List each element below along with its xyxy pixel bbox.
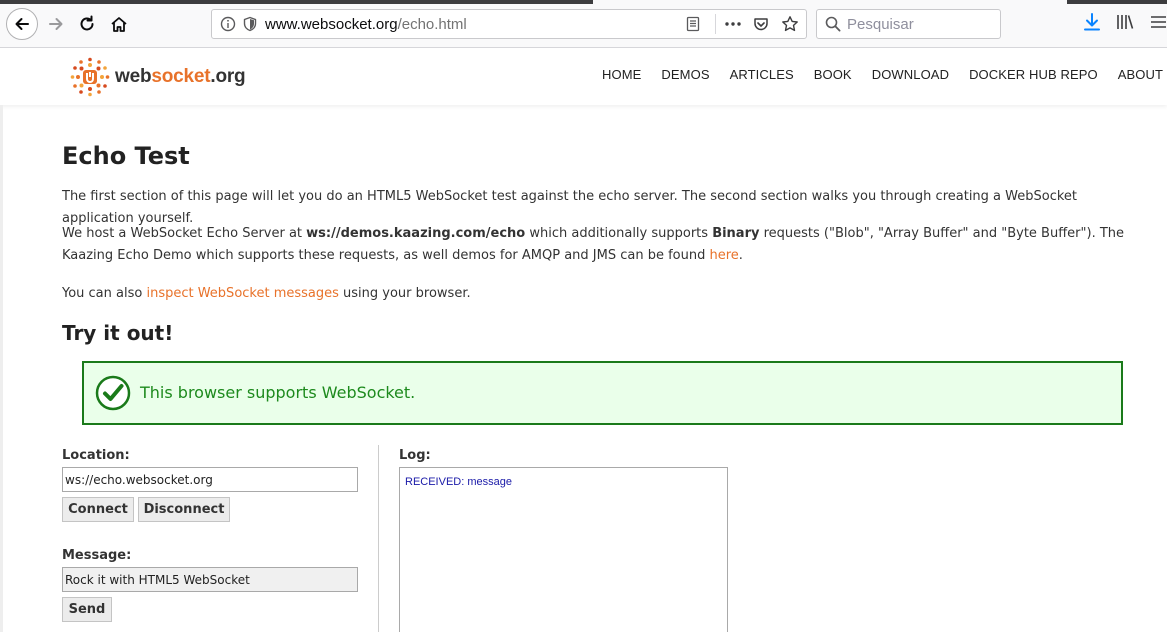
nav-book[interactable]: BOOK [814,67,852,82]
tabstrip-inactive-area [0,0,593,4]
tabstrip-inactive-area-right [1067,0,1167,4]
home-icon [111,17,127,32]
logo-part-web: web [115,66,152,87]
form-log-divider [378,445,379,632]
message-label: Message: [62,548,132,563]
download-icon[interactable] [1082,12,1102,32]
arrow-right-icon [49,18,63,30]
back-button[interactable] [6,8,38,40]
inspect-messages-link[interactable]: inspect WebSocket messages [146,286,338,301]
urlbar-separator [715,14,716,34]
info-icon[interactable] [220,16,236,32]
message-input[interactable] [62,567,358,592]
tracking-shield-icon[interactable] [242,16,258,32]
browser-toolbar: www.websocket.org/echo.html [0,0,1167,48]
url-path: /echo.html [397,16,467,33]
logo-wordmark: websocket.org [115,66,246,88]
try-it-out-heading: Try it out! [62,321,174,345]
reload-icon [80,15,94,31]
menu-icon[interactable] [1150,12,1166,32]
send-button[interactable]: Send [62,597,112,622]
log-label: Log: [399,448,431,463]
p2-text-b: which additionally supports [525,226,713,241]
home-button[interactable] [104,9,134,39]
inspect-paragraph: You can also inspect WebSocket messages … [62,283,1152,305]
p3-text-b: using your browser. [338,286,471,301]
url-bar[interactable]: www.websocket.org/echo.html [211,9,807,39]
nav-download[interactable]: DOWNLOAD [872,67,949,82]
nav-home[interactable]: HOME [602,67,641,82]
url-text[interactable]: www.websocket.org/echo.html [265,16,467,33]
location-input[interactable] [62,467,358,492]
location-label: Location: [62,448,130,463]
here-link[interactable]: here [709,248,738,263]
nav-docker-hub-repo[interactable]: DOCKER HUB REPO [969,67,1098,82]
echo-server-paragraph: We host a WebSocket Echo Server at ws://… [62,223,1152,267]
search-input[interactable] [847,14,995,34]
site-nav: HOME DEMOS ARTICLES BOOK DOWNLOAD DOCKER… [582,67,1163,82]
bookmark-star-icon[interactable] [781,15,799,33]
nav-demos[interactable]: DEMOS [661,67,709,82]
search-icon [825,16,841,32]
reader-view-icon[interactable] [685,16,701,32]
logo-part-socket: socket [151,66,211,87]
websocket-support-banner: This browser supports WebSocket. [82,361,1123,425]
support-message: This browser supports WebSocket. [140,383,416,402]
p2-text-a: We host a WebSocket Echo Server at [62,226,307,241]
log-panel[interactable]: RECEIVED: message [399,467,728,632]
reload-button[interactable] [72,9,102,39]
url-host: www.websocket.org [265,16,398,33]
disconnect-button[interactable]: Disconnect [138,497,230,522]
library-icon[interactable] [1115,12,1135,32]
nav-about[interactable]: ABOUT [1118,67,1163,82]
page-title: Echo Test [62,142,190,170]
arrow-left-icon [15,18,29,30]
more-actions-icon[interactable] [724,16,742,32]
p2-text-d: . [738,248,743,263]
echo-server-url: ws://demos.kaazing.com/echo [306,226,526,241]
websocket-logo-icon [70,57,110,97]
binary-keyword: Binary [712,226,760,241]
forward-button[interactable] [41,9,71,39]
pocket-icon[interactable] [753,16,769,32]
site-logo[interactable]: websocket.org [70,56,246,98]
page-edge-shadow [0,105,3,632]
logo-part-org: .org [210,66,246,87]
connect-button[interactable]: Connect [62,497,134,522]
log-entry: RECEIVED: message [405,476,512,488]
search-bar[interactable] [816,9,1001,39]
p3-text-a: You can also [62,286,147,301]
site-header: websocket.org HOME DEMOS ARTICLES BOOK D… [0,48,1167,105]
nav-articles[interactable]: ARTICLES [730,67,794,82]
checkmark-circle-icon [95,375,131,411]
